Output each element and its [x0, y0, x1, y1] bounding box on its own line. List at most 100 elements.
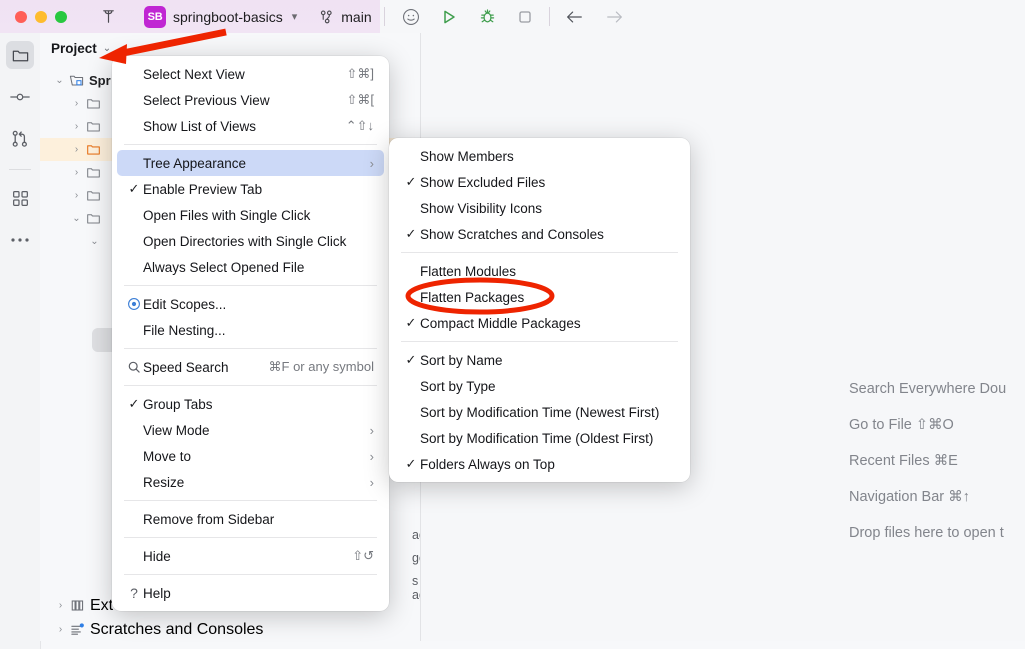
- sidebar-item-more-tools[interactable]: [6, 226, 34, 254]
- hint-navigation-bar: Navigation Bar ⌘↑: [849, 489, 970, 505]
- menu-item-label: Select Next View: [143, 67, 332, 82]
- more-horizontal-icon: [10, 236, 30, 244]
- menu-item-show-scratches-and-consoles[interactable]: ✓ Show Scratches and Consoles: [394, 221, 685, 247]
- tree-row-label: Spr: [89, 73, 111, 88]
- menu-item-group-tabs[interactable]: ✓ Group Tabs: [117, 391, 384, 417]
- chevron-down-icon[interactable]: ⌄: [70, 213, 83, 224]
- menu-item-show-members[interactable]: Show Members: [394, 143, 685, 169]
- chevron-right-icon[interactable]: ›: [70, 121, 83, 132]
- chevron-right-icon[interactable]: ›: [70, 190, 83, 201]
- tree-appearance-submenu[interactable]: Show Members ✓ Show Excluded Files Show …: [389, 138, 690, 482]
- hint-go-to-file: Go to File ⇧⌘O: [849, 417, 954, 433]
- minimize-window-button[interactable]: [35, 11, 47, 23]
- menu-item-flatten-packages[interactable]: Flatten Packages: [394, 284, 685, 310]
- main-toolbar-actions: [380, 0, 1025, 34]
- menu-item-always-select-opened-file[interactable]: Always Select Opened File: [117, 254, 384, 280]
- menu-item-label: Hide: [143, 549, 338, 564]
- toolbar-divider: [384, 7, 385, 26]
- menu-item-folders-always-on-top[interactable]: ✓ Folders Always on Top: [394, 451, 685, 477]
- folder-icon: [83, 211, 103, 226]
- folder-orange-icon: [83, 142, 103, 157]
- tree-row-timestamp: ago: [412, 528, 421, 542]
- chevron-down-icon[interactable]: ▾: [292, 10, 298, 23]
- menu-item-open-files-with-single-click[interactable]: Open Files with Single Click: [117, 202, 384, 228]
- pull-request-icon: [10, 129, 30, 149]
- chevron-right-icon: ›: [370, 156, 374, 171]
- menu-item-show-excluded-files[interactable]: ✓ Show Excluded Files: [394, 169, 685, 195]
- chevron-down-icon[interactable]: ⌄: [88, 236, 101, 247]
- sidebar-item-project[interactable]: [6, 41, 34, 69]
- menu-item-remove-from-sidebar[interactable]: Remove from Sidebar: [117, 506, 384, 532]
- menu-item-label: Open Directories with Single Click: [143, 234, 374, 249]
- menu-item-open-directories-with-single-click[interactable]: Open Directories with Single Click: [117, 228, 384, 254]
- menu-item-label: Speed Search: [143, 360, 255, 375]
- folder-icon: [83, 119, 103, 134]
- chevron-down-icon[interactable]: ⌄: [53, 75, 66, 86]
- menu-item-shortcut: ⇧⌘[: [346, 92, 374, 108]
- menu-item-resize[interactable]: Resize ›: [117, 469, 384, 495]
- menu-item-label: Remove from Sidebar: [143, 512, 374, 527]
- menu-separator: [124, 385, 377, 386]
- git-branch-chip[interactable]: main ▾: [319, 9, 386, 25]
- menu-item-label: Tree Appearance: [143, 156, 360, 171]
- chevron-right-icon[interactable]: ›: [54, 624, 67, 635]
- menu-item-edit-scopes[interactable]: Edit Scopes...: [117, 291, 384, 317]
- chevron-right-icon[interactable]: ›: [70, 144, 83, 155]
- help-icon: ?: [125, 585, 143, 601]
- chevron-down-icon[interactable]: ⌄: [103, 43, 111, 54]
- menu-item-sort-by-name[interactable]: ✓ Sort by Name: [394, 347, 685, 373]
- commit-icon: [9, 88, 31, 106]
- menu-item-select-previous-view[interactable]: Select Previous View ⇧⌘[: [117, 87, 384, 113]
- menu-item-sort-by-modification-time-oldest[interactable]: Sort by Modification Time (Oldest First): [394, 425, 685, 451]
- ai-assistant-icon[interactable]: [398, 4, 424, 30]
- menu-item-label: Show Scratches and Consoles: [420, 227, 675, 242]
- tree-row-external-libraries[interactable]: › Ext: [54, 594, 113, 617]
- menu-item-label: Sort by Type: [420, 379, 675, 394]
- activity-bar-divider: [9, 169, 31, 170]
- menu-item-sort-by-type[interactable]: Sort by Type: [394, 373, 685, 399]
- hint-search-everywhere: Search Everywhere Dou: [849, 381, 1006, 397]
- build-hammer-icon[interactable]: [99, 7, 118, 26]
- menu-separator: [124, 500, 377, 501]
- menu-item-label: Show Members: [420, 149, 675, 164]
- menu-item-label: Flatten Packages: [420, 290, 675, 305]
- menu-item-hide[interactable]: Hide ⇧↺: [117, 543, 384, 569]
- menu-item-shortcut: ⇧⌘]: [346, 66, 374, 82]
- menu-item-help[interactable]: ? Help: [117, 580, 384, 606]
- back-icon[interactable]: [561, 4, 587, 30]
- sidebar-item-commit[interactable]: [6, 83, 34, 111]
- chevron-right-icon[interactable]: ›: [54, 600, 67, 611]
- menu-item-label: Resize: [143, 475, 360, 490]
- stop-icon[interactable]: [512, 4, 538, 30]
- chevron-right-icon[interactable]: ›: [70, 167, 83, 178]
- tree-row-scratches-and-consoles[interactable]: › Scratches and Consoles: [54, 618, 263, 641]
- menu-item-select-next-view[interactable]: Select Next View ⇧⌘]: [117, 61, 384, 87]
- menu-item-label: File Nesting...: [143, 323, 374, 338]
- zoom-window-button[interactable]: [55, 11, 67, 23]
- folder-icon: [83, 96, 103, 111]
- menu-item-compact-middle-packages[interactable]: ✓ Compact Middle Packages: [394, 310, 685, 336]
- menu-item-label: Edit Scopes...: [143, 297, 374, 312]
- menu-item-label: Sort by Modification Time (Oldest First): [420, 431, 675, 446]
- menu-item-move-to[interactable]: Move to ›: [117, 443, 384, 469]
- run-configuration-chip[interactable]: SB springboot-basics ▾: [144, 6, 297, 28]
- menu-item-flatten-modules[interactable]: Flatten Modules: [394, 258, 685, 284]
- chevron-right-icon[interactable]: ›: [70, 98, 83, 109]
- sidebar-item-pull-requests[interactable]: [6, 125, 34, 153]
- view-options-context-menu[interactable]: Select Next View ⇧⌘] Select Previous Vie…: [112, 56, 389, 611]
- menu-item-show-visibility-icons[interactable]: Show Visibility Icons: [394, 195, 685, 221]
- menu-item-enable-preview-tab[interactable]: ✓ Enable Preview Tab: [117, 176, 384, 202]
- close-window-button[interactable]: [15, 11, 27, 23]
- menu-item-sort-by-modification-time-newest[interactable]: Sort by Modification Time (Newest First): [394, 399, 685, 425]
- debug-icon[interactable]: [474, 4, 500, 30]
- forward-icon[interactable]: [602, 4, 628, 30]
- run-icon[interactable]: [436, 4, 462, 30]
- menu-item-view-mode[interactable]: View Mode ›: [117, 417, 384, 443]
- checkmark-icon: ✓: [125, 396, 143, 412]
- menu-item-tree-appearance[interactable]: Tree Appearance ›: [117, 150, 384, 176]
- menu-item-show-list-of-views[interactable]: Show List of Views ⌃⇧↓: [117, 113, 384, 139]
- sidebar-item-services[interactable]: [6, 184, 34, 212]
- chevron-right-icon: ›: [370, 449, 374, 464]
- menu-item-speed-search[interactable]: Speed Search ⌘F or any symbol: [117, 354, 384, 380]
- menu-item-file-nesting[interactable]: File Nesting...: [117, 317, 384, 343]
